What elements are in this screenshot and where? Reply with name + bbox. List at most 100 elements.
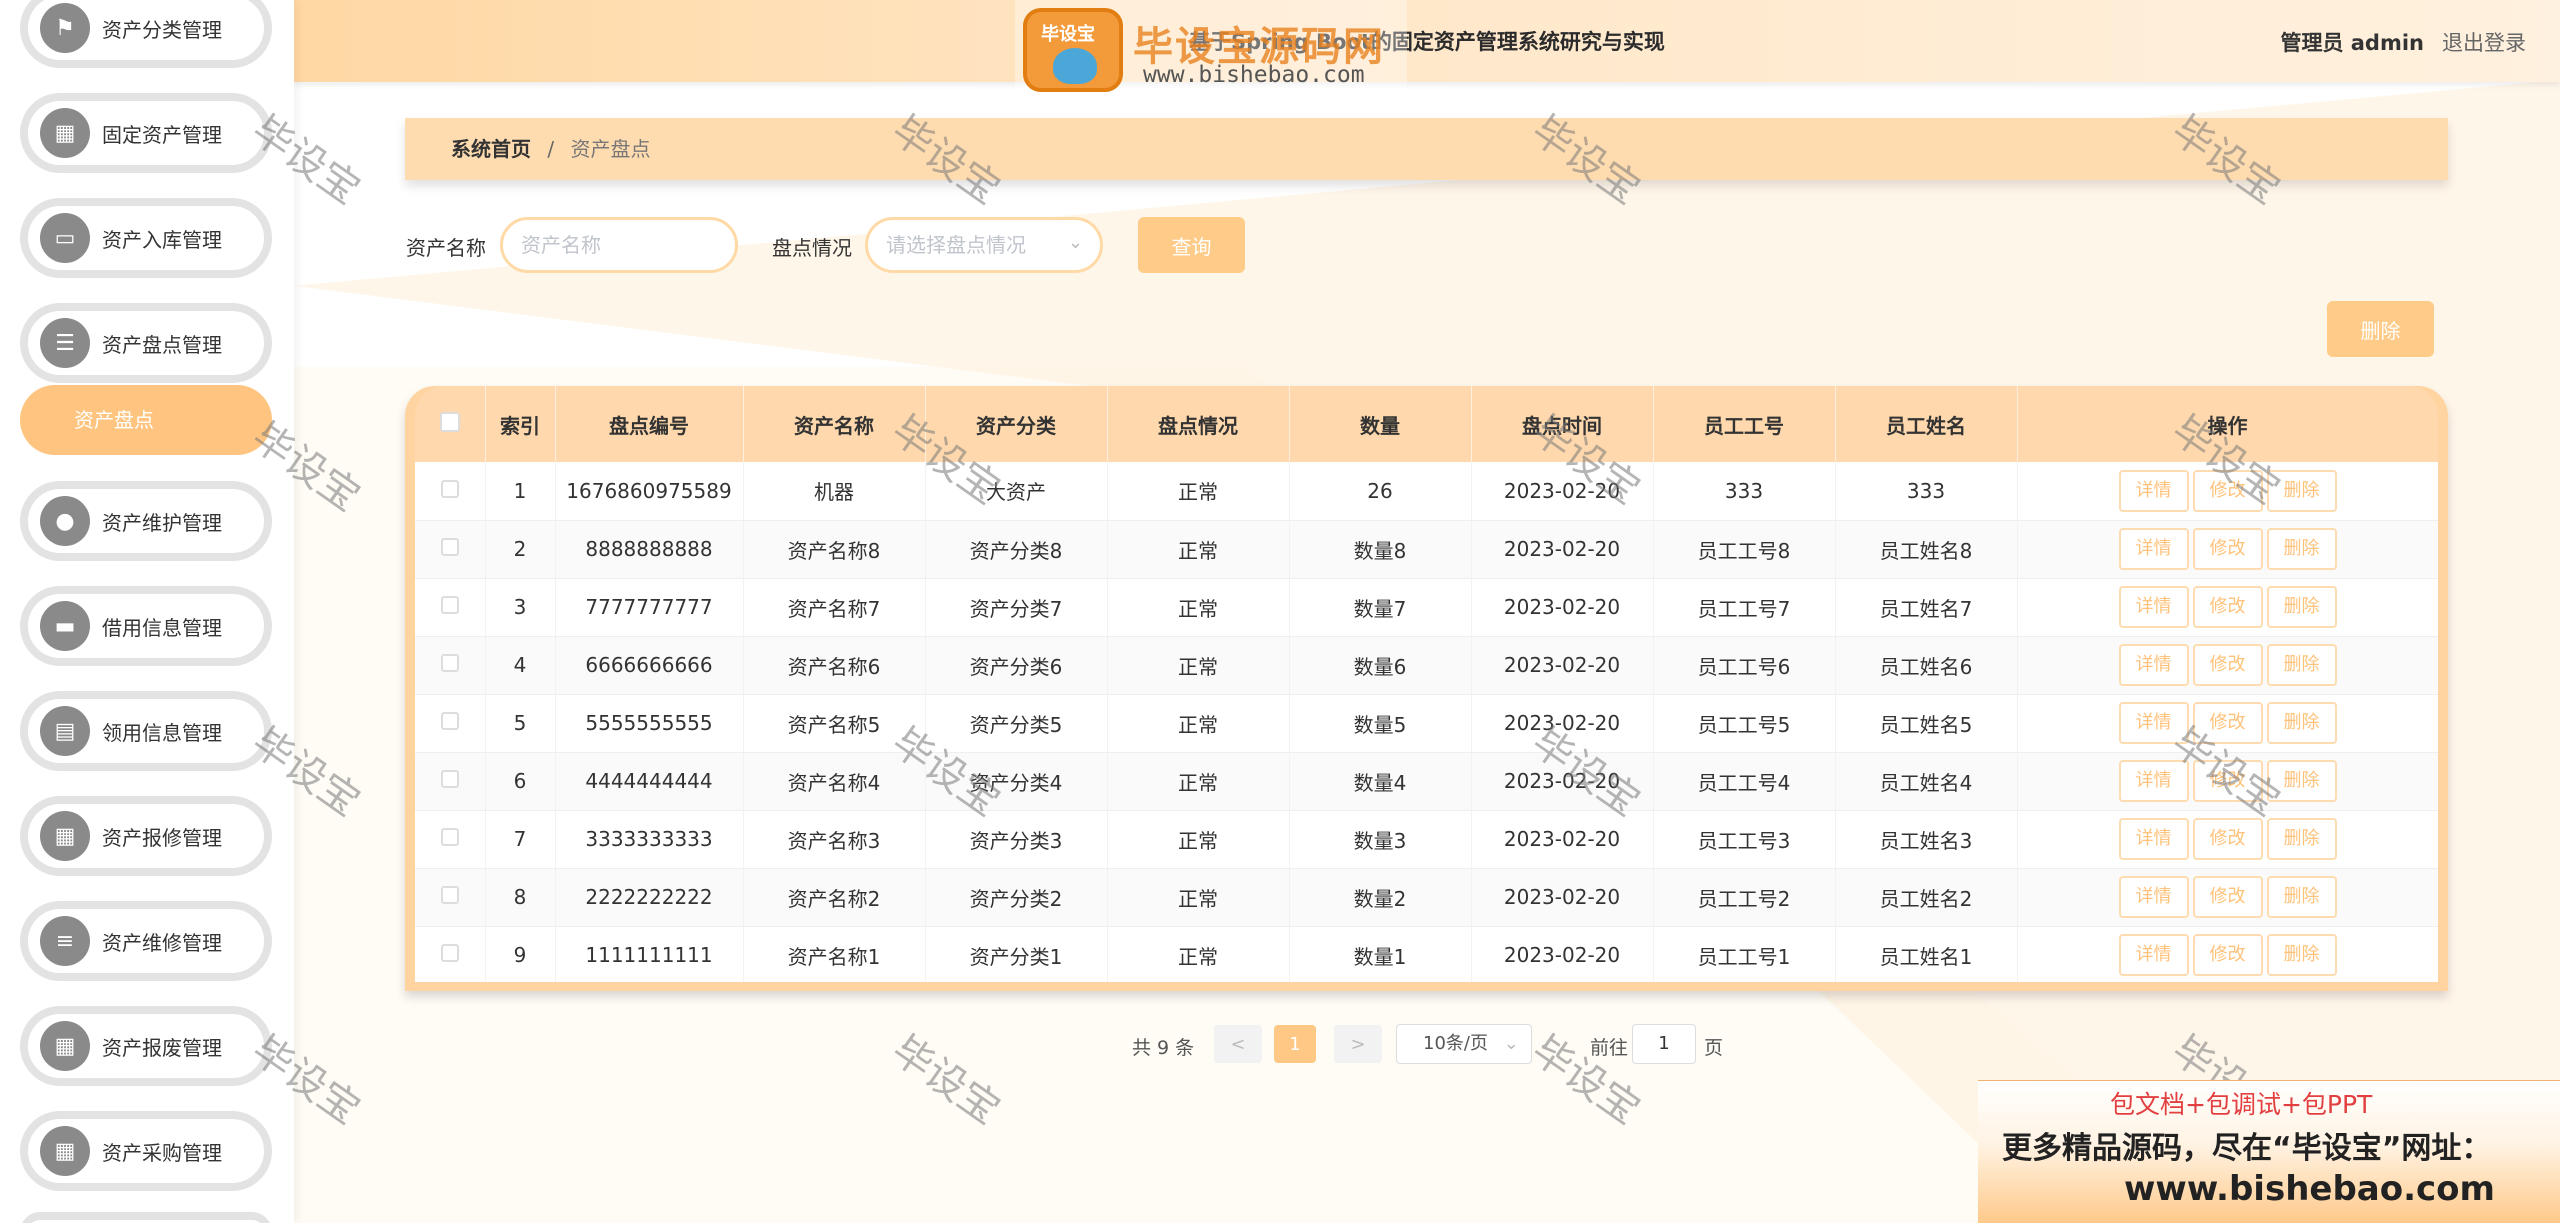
pagination-prev-button[interactable]: < — [1214, 1025, 1262, 1063]
row-checkbox[interactable] — [440, 886, 459, 904]
row-checkbox[interactable] — [440, 944, 459, 962]
row-select-cell[interactable] — [415, 868, 486, 927]
row-select-cell[interactable] — [415, 636, 486, 695]
row-checkbox[interactable] — [440, 538, 459, 556]
table-cell: 4 — [485, 636, 556, 695]
sidebar-subitem-inventory[interactable]: 资产盘点 — [20, 385, 272, 455]
table-cell: 资产分类1 — [925, 926, 1108, 982]
table-cell: 正常 — [1107, 636, 1290, 695]
sidebar-item-asset-category[interactable]: ⚑ 资产分类管理 — [20, 0, 272, 68]
column-header: 资产名称 — [743, 386, 926, 462]
row-checkbox[interactable] — [440, 828, 459, 846]
sidebar-item-borrow-info[interactable]: ▬ 借用信息管理 — [20, 586, 272, 666]
edit-button[interactable]: 修改 — [2192, 702, 2263, 744]
delete-row-button[interactable]: 删除 — [2266, 469, 2337, 512]
delete-row-button[interactable]: 删除 — [2266, 876, 2337, 918]
select-all-cell[interactable] — [415, 386, 486, 462]
row-select-cell[interactable] — [415, 694, 486, 753]
sidebar-item-asset-scrap[interactable]: ▦ 资产报废管理 — [20, 1006, 272, 1086]
table-cell: 1676860975589 — [555, 462, 744, 521]
query-button[interactable]: 查询 — [1138, 217, 1245, 273]
asset-name-input[interactable] — [500, 217, 738, 273]
row-select-cell[interactable] — [415, 752, 486, 811]
detail-button[interactable]: 详情 — [2118, 876, 2189, 918]
row-checkbox[interactable] — [440, 770, 459, 788]
row-checkbox[interactable] — [440, 596, 459, 614]
delete-row-button[interactable]: 删除 — [2266, 934, 2337, 976]
grid-icon: ▦ — [40, 108, 90, 158]
table-header-row: 索引 盘点编号 资产名称 资产分类 盘点情况 数量 盘点时间 员工工号 员工姓名… — [415, 386, 2438, 462]
row-select-cell[interactable] — [415, 520, 486, 579]
sidebar-item-asset-inventory[interactable]: ☰ 资产盘点管理 — [20, 303, 272, 383]
edit-button[interactable]: 修改 — [2192, 876, 2263, 918]
edit-button[interactable]: 修改 — [2192, 528, 2263, 570]
clipboard-icon: ▤ — [40, 706, 90, 756]
sidebar-item-fixed-asset[interactable]: ▦ 固定资产管理 — [20, 93, 272, 173]
column-header: 员工姓名 — [1835, 386, 2018, 462]
detail-button[interactable]: 详情 — [2118, 934, 2189, 976]
pagination-page-1[interactable]: 1 — [1274, 1025, 1316, 1063]
delete-row-button[interactable]: 删除 — [2266, 644, 2337, 686]
row-checkbox[interactable] — [440, 479, 459, 498]
table-cell: 5 — [485, 694, 556, 753]
table-cell: 资产名称7 — [743, 578, 926, 637]
column-header: 资产分类 — [925, 386, 1108, 462]
promo-banner: 包文档+包调试+包PPT 更多精品源码，尽在“毕设宝”网址： www.bishe… — [1978, 1080, 2560, 1223]
detail-button[interactable]: 详情 — [2118, 818, 2189, 860]
sidebar-item-receive-info[interactable]: ▤ 领用信息管理 — [20, 691, 272, 771]
goto-page-input[interactable]: 1 — [1632, 1024, 1696, 1064]
delete-row-button[interactable]: 删除 — [2266, 760, 2337, 802]
breadcrumb-home[interactable]: 系统首页 — [451, 137, 531, 161]
delete-row-button[interactable]: 删除 — [2266, 818, 2337, 860]
sidebar-item-label: 资产维修管理 — [102, 930, 222, 955]
row-select-cell[interactable] — [415, 462, 486, 521]
row-checkbox[interactable] — [440, 712, 459, 730]
detail-button[interactable]: 详情 — [2118, 586, 2189, 628]
table-cell: 2023-02-20 — [1471, 868, 1654, 927]
detail-button[interactable]: 详情 — [2118, 702, 2189, 744]
watermark-badge: 毕设宝 — [1023, 8, 1123, 92]
edit-button[interactable]: 修改 — [2192, 934, 2263, 976]
delete-row-button[interactable]: 删除 — [2266, 586, 2337, 628]
pagination-next-button[interactable]: > — [1334, 1025, 1382, 1063]
edit-button[interactable]: 修改 — [2192, 818, 2263, 860]
detail-button[interactable]: 详情 — [2118, 644, 2189, 686]
sidebar-item-partial[interactable] — [20, 1212, 272, 1223]
asset-name-label: 资产名称 — [406, 236, 486, 260]
sidebar-item-asset-maintenance[interactable]: ● 资产维护管理 — [20, 481, 272, 561]
delete-row-button[interactable]: 删除 — [2266, 702, 2337, 744]
table-cell: 2023-02-20 — [1471, 462, 1654, 521]
table-cell: 大资产 — [925, 462, 1108, 521]
edit-button[interactable]: 修改 — [2192, 469, 2263, 512]
row-select-cell[interactable] — [415, 926, 486, 982]
select-all-checkbox[interactable] — [439, 411, 460, 432]
delete-button[interactable]: 删除 — [2327, 301, 2434, 357]
edit-button[interactable]: 修改 — [2192, 586, 2263, 628]
row-select-cell[interactable] — [415, 578, 486, 637]
table-cell: 员工姓名1 — [1835, 926, 2018, 982]
row-select-cell[interactable] — [415, 810, 486, 869]
sidebar-item-label: 借用信息管理 — [102, 615, 222, 640]
sidebar-item-asset-purchase[interactable]: ▦ 资产采购管理 — [20, 1111, 272, 1191]
table-cell: 资产名称8 — [743, 520, 926, 579]
logout-link[interactable]: 退出登录 — [2442, 27, 2526, 57]
detail-button[interactable]: 详情 — [2118, 469, 2189, 512]
edit-button[interactable]: 修改 — [2192, 760, 2263, 802]
row-actions-cell: 详情 修改 删除 — [2017, 752, 2438, 811]
table-row: 4 6666666666 资产名称6 资产分类6 正常 数量6 2023-02-20 员工工号… — [415, 636, 2438, 695]
inventory-status-label: 盘点情况 — [772, 236, 852, 260]
sidebar-item-asset-repair-report[interactable]: ▦ 资产报修管理 — [20, 796, 272, 876]
table-cell: 数量6 — [1289, 636, 1472, 695]
sidebar-item-asset-repair[interactable]: ≡ 资产维修管理 — [20, 901, 272, 981]
column-header: 盘点情况 — [1107, 386, 1290, 462]
delete-row-button[interactable]: 删除 — [2266, 528, 2337, 570]
detail-button[interactable]: 详情 — [2118, 760, 2189, 802]
page-size-select[interactable]: 10条/页 ⌄ — [1396, 1024, 1532, 1064]
sidebar-item-asset-inbound[interactable]: ▭ 资产入库管理 — [20, 198, 272, 278]
row-checkbox[interactable] — [440, 654, 459, 672]
detail-button[interactable]: 详情 — [2118, 528, 2189, 570]
edit-button[interactable]: 修改 — [2192, 644, 2263, 686]
table-cell: 2 — [485, 520, 556, 579]
top-header: 基于Spring Boot的固定资产管理系统研究与实现 管理员 admin 退出… — [294, 0, 2560, 82]
promo-line-1: 包文档+包调试+包PPT — [2110, 1090, 2373, 1119]
